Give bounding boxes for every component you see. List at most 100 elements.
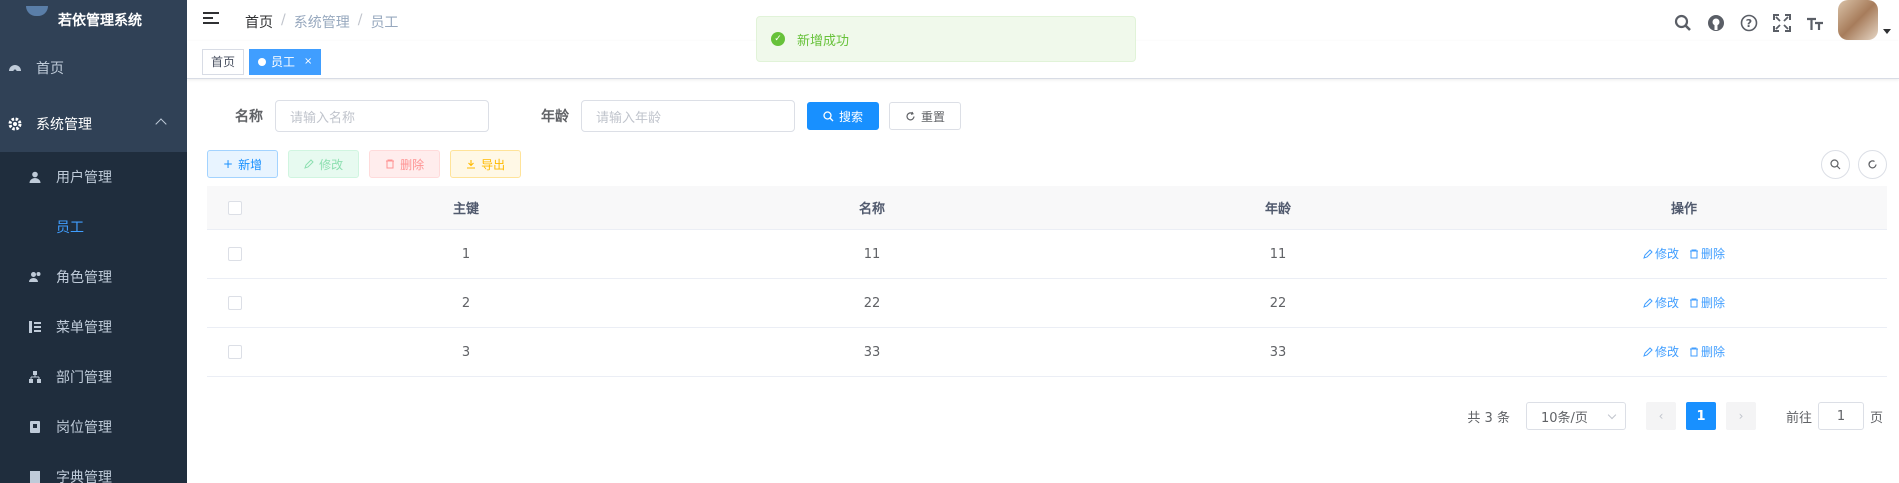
caret-down-icon[interactable] [1883, 28, 1891, 34]
delete-icon [1690, 347, 1698, 357]
sidebar-item-posts[interactable]: 岗位管理 [0, 402, 187, 452]
message-text: 新增成功 [797, 33, 850, 49]
delete-button[interactable]: 删除 [369, 150, 441, 178]
cell-name: 11 [863, 246, 881, 262]
toggle-search-button[interactable] [1821, 150, 1850, 179]
page-jump-input[interactable]: 1 [1817, 402, 1864, 430]
app-title: 若依管理系统 [58, 13, 142, 29]
data-table: 主键 名称 年龄 操作 1 11 11 修改 删除 2 22 22 修改 删除 … [207, 186, 1887, 377]
column-header: 年龄 [1264, 202, 1291, 217]
user-icon [28, 170, 42, 184]
refresh-icon [906, 111, 915, 120]
cell-name: 33 [863, 344, 881, 360]
row-delete-button[interactable]: 删除 [1689, 343, 1725, 360]
search-icon [1830, 159, 1841, 170]
row-edit-button[interactable]: 修改 [1643, 245, 1679, 262]
toolbar: + 新增 修改 删除 导出 [207, 150, 522, 178]
tag-label: 员工 [271, 55, 296, 69]
row-checkbox[interactable] [228, 296, 242, 310]
refresh-button[interactable] [1858, 150, 1887, 179]
table-row[interactable]: 3 33 33 修改 删除 [207, 328, 1887, 377]
breadcrumb-item: 员工 [370, 15, 399, 31]
gear-icon [8, 117, 22, 131]
edit-icon [1643, 298, 1653, 308]
github-icon[interactable] [1706, 13, 1726, 33]
row-checkbox[interactable] [228, 247, 242, 261]
page-number-current[interactable]: 1 [1685, 402, 1716, 430]
success-icon: ✓ [771, 32, 785, 46]
cell-name: 22 [863, 295, 881, 311]
font-size-icon[interactable] [1805, 13, 1825, 33]
dict-icon [28, 470, 42, 483]
edit-icon [304, 159, 314, 169]
age-input[interactable]: 请输入年龄 [581, 100, 795, 132]
row-delete-button[interactable]: 删除 [1689, 294, 1725, 311]
search-icon[interactable] [1673, 13, 1693, 33]
sidebar-item-system[interactable]: 系统管理 [0, 96, 187, 152]
right-menu: ? [1673, 0, 1891, 40]
sidebar-item-home[interactable]: 首页 [0, 40, 187, 96]
row-edit-button[interactable]: 修改 [1643, 294, 1679, 311]
column-header: 主键 [452, 202, 479, 217]
sidebar-item-depts[interactable]: 部门管理 [0, 352, 187, 402]
download-icon [467, 160, 476, 169]
page-jumper: 前往 1 页 [1786, 402, 1883, 430]
submenu-system: 用户管理 员工 角色管理 菜单管理 部门管理 岗位管理 字典管理 [0, 152, 187, 483]
breadcrumb-item[interactable]: 首页 [245, 12, 273, 32]
sidebar-item-label: 系统管理 [36, 117, 92, 133]
row-delete-button[interactable]: 删除 [1689, 245, 1725, 262]
edit-icon [1643, 249, 1653, 259]
prev-page-button[interactable]: ‹ [1645, 402, 1676, 430]
table-row[interactable]: 2 22 22 修改 删除 [207, 279, 1887, 328]
export-button[interactable]: 导出 [450, 150, 522, 178]
sidebar-item-label: 岗位管理 [56, 420, 112, 436]
sidebar: 若依管理系统 首页 系统管理 用户管理 员工 角色管理 菜单管理 部门管理 岗位… [0, 0, 187, 483]
table-row[interactable]: 1 11 11 修改 删除 [207, 230, 1887, 279]
avatar[interactable] [1838, 0, 1878, 40]
page-size-select[interactable]: 10条/页 [1525, 402, 1626, 430]
post-icon [28, 420, 42, 434]
sidebar-item-users[interactable]: 用户管理 [0, 152, 187, 202]
next-page-button[interactable]: › [1725, 402, 1756, 430]
tree-table-icon [28, 320, 42, 334]
name-input[interactable]: 请输入名称 [275, 100, 489, 132]
sidebar-item-roles[interactable]: 角色管理 [0, 252, 187, 302]
row-checkbox[interactable] [228, 345, 242, 359]
tree-icon [28, 370, 42, 384]
question-icon[interactable]: ? [1739, 13, 1759, 33]
sidebar-item-label: 部门管理 [56, 370, 112, 386]
delete-icon [1690, 249, 1698, 259]
select-all-checkbox[interactable] [228, 200, 242, 215]
fullscreen-icon[interactable] [1772, 13, 1792, 33]
refresh-icon [1868, 160, 1877, 169]
cell-age: 22 [1269, 295, 1287, 311]
add-button[interactable]: + 新增 [207, 150, 279, 178]
logo[interactable]: 若依管理系统 [0, 0, 187, 40]
tag-home[interactable]: 首页 [202, 49, 245, 75]
tag-employee[interactable]: 员工 × [249, 49, 322, 75]
cell-id: 3 [461, 344, 471, 360]
reset-button[interactable]: 重置 [889, 102, 962, 130]
close-icon[interactable]: × [304, 50, 312, 74]
sidebar-item-label: 菜单管理 [56, 320, 112, 336]
sidebar-item-label: 字典管理 [56, 470, 112, 483]
delete-icon [386, 159, 395, 169]
chevron-up-icon [155, 118, 167, 130]
reset-button-label: 重置 [921, 109, 946, 124]
sidebar-item-menus[interactable]: 菜单管理 [0, 302, 187, 352]
pagination-total: 共 3 条 [1467, 410, 1510, 426]
hamburger-icon[interactable] [203, 12, 219, 26]
cell-age: 11 [1269, 246, 1287, 262]
sidebar-item-employee[interactable]: 员工 [0, 202, 187, 252]
search-button[interactable]: 搜索 [807, 102, 880, 130]
chevron-right-icon: › [1738, 409, 1744, 423]
breadcrumb: 首页 / 系统管理 / 员工 [245, 12, 399, 32]
edit-button[interactable]: 修改 [288, 150, 360, 178]
sidebar-item-dicts[interactable]: 字典管理 [0, 452, 187, 483]
svg-text:?: ? [1746, 17, 1752, 30]
row-edit-button[interactable]: 修改 [1643, 343, 1679, 360]
sidebar-item-label: 首页 [36, 61, 64, 77]
success-message: ✓ 新增成功 [756, 16, 1136, 62]
cell-id: 2 [461, 295, 471, 311]
sidebar-item-label: 角色管理 [56, 270, 112, 286]
